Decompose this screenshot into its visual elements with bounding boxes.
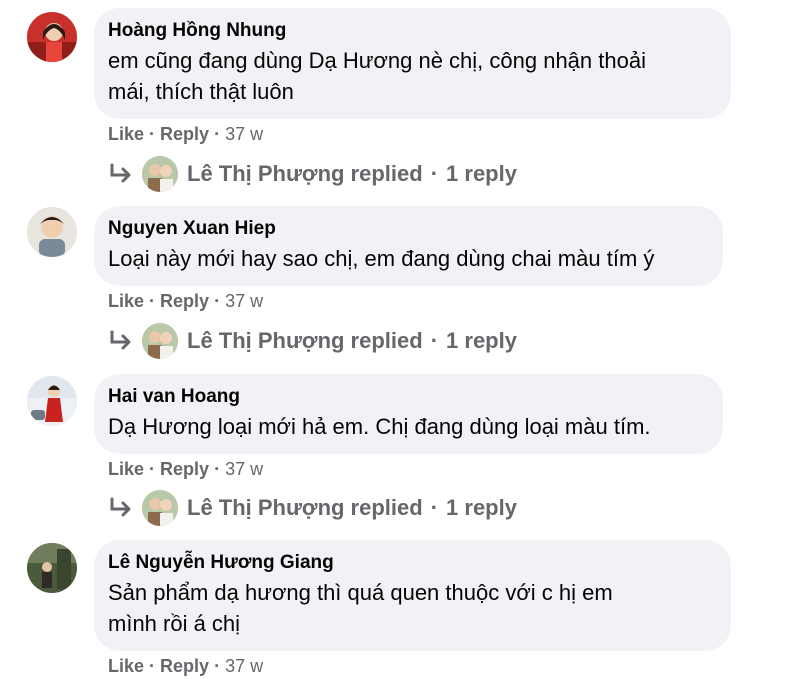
- comment-bubble: Lê Nguyễn Hương Giang Sản phẩm dạ hương …: [94, 540, 731, 651]
- comment-bubble: Hoàng Hồng Nhung em cũng đang dùng Dạ Hư…: [94, 8, 731, 119]
- like-link[interactable]: Like: [108, 124, 144, 144]
- reply-author-avatar: [142, 323, 178, 359]
- replied-by[interactable]: Lê Thị Phượng replied: [187, 161, 423, 187]
- reply-author-avatar: [142, 156, 178, 192]
- view-replies[interactable]: Lê Thị Phượng replied · 1 reply: [108, 488, 517, 528]
- reply-author-avatar: [142, 490, 178, 526]
- comment-actions: Like · Reply · 37 w: [108, 124, 264, 144]
- reply-arrow-icon: [110, 497, 131, 517]
- comment-actions: Like · Reply · 37 w: [108, 291, 264, 311]
- view-replies[interactable]: Lê Thị Phượng replied · 1 reply: [108, 321, 517, 361]
- like-link[interactable]: Like: [108, 291, 144, 311]
- comment-bubble: Nguyen Xuan Hiep Loại này mới hay sao ch…: [94, 206, 723, 286]
- avatar[interactable]: [27, 207, 77, 257]
- reply-link[interactable]: Reply: [160, 291, 209, 311]
- comment-actions: Like · Reply · 37 w: [108, 459, 264, 479]
- avatar[interactable]: [27, 376, 77, 426]
- avatar[interactable]: [27, 543, 77, 593]
- comment-text: Dạ Hương loại mới hả em. Chị đang dùng l…: [108, 414, 651, 439]
- reply-arrow-icon: [110, 330, 131, 350]
- comment-text: em cũng đang dùng Dạ Hương nè chị, công …: [108, 48, 646, 104]
- replied-by[interactable]: Lê Thị Phượng replied: [187, 328, 423, 354]
- timestamp[interactable]: 37 w: [225, 291, 263, 311]
- comment-author[interactable]: Hai van Hoang: [108, 385, 705, 409]
- replied-by[interactable]: Lê Thị Phượng replied: [187, 495, 423, 521]
- comment-author[interactable]: Lê Nguyễn Hương Giang: [108, 551, 713, 575]
- comment-author[interactable]: Nguyen Xuan Hiep: [108, 217, 705, 241]
- comment-author[interactable]: Hoàng Hồng Nhung: [108, 19, 713, 43]
- avatar[interactable]: [27, 12, 77, 62]
- timestamp[interactable]: 37 w: [225, 459, 263, 479]
- view-replies[interactable]: Lê Thị Phượng replied · 1 reply: [108, 154, 517, 194]
- timestamp[interactable]: 37 w: [225, 656, 263, 676]
- timestamp[interactable]: 37 w: [225, 124, 263, 144]
- reply-arrow-icon: [110, 163, 131, 183]
- like-link[interactable]: Like: [108, 656, 144, 676]
- reply-link[interactable]: Reply: [160, 459, 209, 479]
- reply-count[interactable]: 1 reply: [446, 495, 517, 521]
- like-link[interactable]: Like: [108, 459, 144, 479]
- reply-link[interactable]: Reply: [160, 656, 209, 676]
- comment-text: Sản phẩm dạ hương thì quá quen thuộc với…: [108, 580, 613, 636]
- comment-text: Loại này mới hay sao chị, em đang dùng c…: [108, 246, 655, 271]
- comment-actions: Like · Reply · 37 w: [108, 656, 264, 676]
- reply-count[interactable]: 1 reply: [446, 328, 517, 354]
- comment-bubble: Hai van Hoang Dạ Hương loại mới hả em. C…: [94, 374, 723, 454]
- reply-count[interactable]: 1 reply: [446, 161, 517, 187]
- reply-link[interactable]: Reply: [160, 124, 209, 144]
